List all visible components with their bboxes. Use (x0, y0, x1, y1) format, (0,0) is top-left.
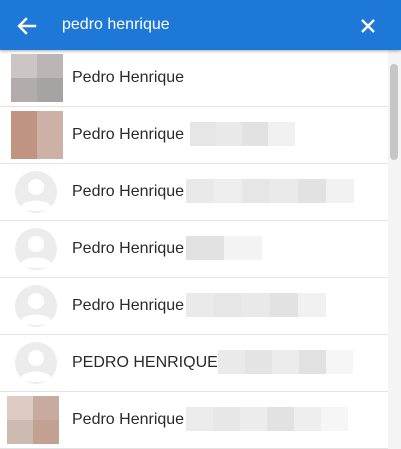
result-row[interactable]: Pedro Henrique (0, 392, 388, 449)
avatar (15, 342, 67, 390)
avatar (7, 396, 59, 444)
contact-name: Pedro Henrique (72, 183, 185, 200)
result-row[interactable]: Pedro Henrique (0, 278, 388, 335)
default-avatar-icon (15, 342, 57, 384)
default-avatar-icon (15, 285, 57, 327)
avatar (11, 111, 63, 159)
avatar (11, 54, 63, 102)
search-results-list: Pedro Henrique Pedro Henrique Pedro Henr… (0, 50, 388, 449)
contact-name: Pedro Henrique (72, 297, 185, 314)
contact-name: PEDRO HENRIQUE (72, 354, 218, 371)
result-row[interactable]: Pedro Henrique (0, 107, 388, 164)
clear-search-button[interactable] (354, 12, 382, 40)
contact-name: Pedro Henrique (72, 69, 185, 86)
search-input[interactable] (62, 14, 342, 36)
avatar (15, 171, 67, 219)
search-bar (0, 0, 401, 50)
avatar (15, 285, 67, 333)
result-row[interactable]: PEDRO HENRIQUE (0, 335, 388, 392)
result-row[interactable]: Pedro Henrique (0, 164, 388, 221)
contact-name: Pedro Henrique (72, 126, 185, 143)
redacted-text (186, 179, 354, 203)
back-button[interactable] (13, 12, 41, 40)
close-icon (361, 19, 375, 33)
contact-name: Pedro Henrique (72, 240, 185, 257)
default-avatar-icon (15, 228, 57, 270)
redacted-text (218, 350, 353, 374)
redacted-text (186, 407, 348, 431)
scrollbar-thumb[interactable] (390, 64, 398, 160)
redacted-text (186, 236, 262, 260)
contact-name: Pedro Henrique (72, 411, 185, 428)
avatar (15, 228, 67, 276)
result-row[interactable]: Pedro Henrique (0, 221, 388, 278)
default-avatar-icon (15, 171, 57, 213)
arrow-left-icon (17, 17, 37, 35)
redacted-text (186, 293, 326, 317)
redacted-text (190, 122, 295, 146)
result-row[interactable]: Pedro Henrique (0, 50, 388, 107)
